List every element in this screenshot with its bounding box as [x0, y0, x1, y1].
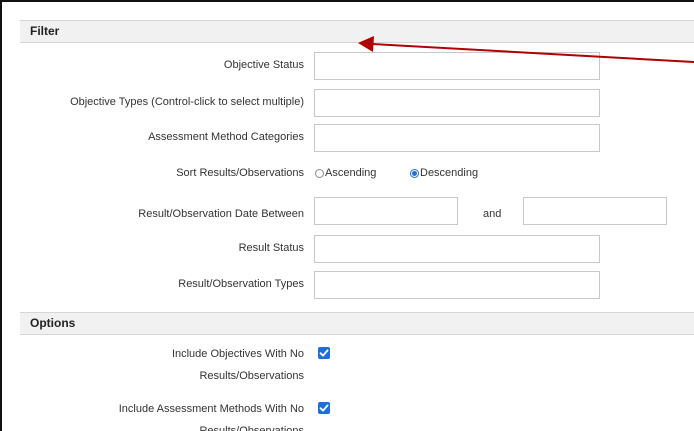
annotation-arrow-icon: [358, 36, 694, 63]
